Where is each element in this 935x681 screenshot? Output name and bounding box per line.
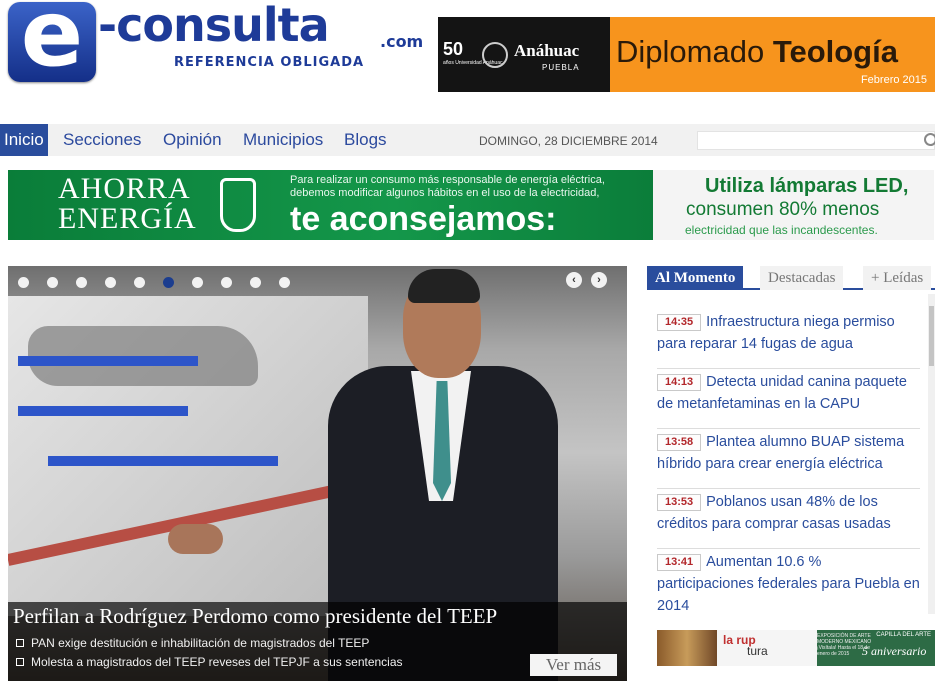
banner-right-line3: electricidad que las incandescentes. [685, 223, 878, 237]
banner-ahorra: AHORRA ENERGÍA [58, 172, 197, 235]
logo-letter: e [20, 2, 84, 82]
nav-blogs[interactable]: Blogs [334, 124, 397, 156]
ad-side-image [657, 630, 717, 666]
logo-tagline: REFERENCIA OBLIGADA [174, 55, 365, 70]
slider-dot[interactable] [18, 277, 29, 288]
news-item[interactable]: 14:13 Detecta unidad canina paquete de me… [657, 371, 920, 429]
slider-dot[interactable] [221, 277, 232, 288]
slider-dot-active[interactable] [163, 277, 174, 288]
chevron-left-icon[interactable]: ‹ [566, 272, 582, 288]
bullet-square-icon [16, 639, 24, 647]
news-time: 13:41 [657, 554, 702, 571]
page: e -consulta .com REFERENCIA OBLIGADA 50 a… [0, 0, 935, 681]
nav-inicio[interactable]: Inicio [0, 124, 48, 156]
news-item[interactable]: 13:58 Plantea alumno BUAP sistema híbrido… [657, 431, 920, 489]
slider-dot[interactable] [105, 277, 116, 288]
search-input[interactable] [697, 131, 935, 150]
ad-side-capilla: CAPILLA DEL ARTE [876, 632, 931, 638]
logo-domain: .com [380, 32, 424, 51]
news-item[interactable]: 14:35 Infraestructura niega permiso para … [657, 311, 920, 369]
related-link[interactable]: Molesta a magistrados del TEEP reveses d… [16, 655, 403, 669]
slide-title[interactable]: Perfilan a Rodríguez Perdomo como presid… [13, 604, 497, 629]
ad-side-aniversario: 5 aniversario [862, 644, 927, 658]
banner-right-line2: consumen 80% menos [686, 199, 880, 220]
plug-icon [220, 178, 256, 232]
tab-leidas[interactable]: + Leídas [863, 266, 932, 290]
ad-date: Febrero 2015 [860, 74, 927, 86]
energy-ad-banner[interactable]: AHORRA ENERGÍA Para realizar un consumo m… [8, 170, 934, 240]
news-item[interactable]: 13:53 Poblanos usan 48% de los créditos p… [657, 491, 920, 549]
banner-small-text: Para realizar un consumo más responsable… [290, 174, 605, 199]
banner-big-text: te aconsejamos: [290, 200, 557, 238]
scrollbar-thumb[interactable] [929, 306, 934, 366]
news-item[interactable]: 13:41 Aumentan 10.6 % participaciones fed… [657, 551, 920, 617]
current-date: DOMINGO, 28 DICIEMBRE 2014 [479, 134, 658, 148]
slide-caption: Perfilan a Rodríguez Perdomo como presid… [8, 602, 627, 681]
slider-dot[interactable] [47, 277, 58, 288]
slider-dot[interactable] [76, 277, 87, 288]
nav-secciones[interactable]: Secciones [53, 124, 151, 156]
nav-opinion[interactable]: Opinión [153, 124, 232, 156]
slider-dot[interactable] [192, 277, 203, 288]
nav-municipios[interactable]: Municipios [233, 124, 333, 156]
news-time: 13:53 [657, 494, 702, 511]
news-scrollbar[interactable] [928, 294, 935, 614]
slider-dot[interactable] [279, 277, 290, 288]
site-logo[interactable]: e -consulta .com REFERENCIA OBLIGADA [8, 0, 428, 86]
bullet-square-icon [16, 658, 24, 666]
ad-headline: Diplomado Teología [616, 34, 898, 69]
news-time: 13:58 [657, 434, 702, 451]
banner-right-line1: Utiliza lámparas LED, [705, 175, 909, 197]
university-seal-icon [482, 42, 508, 68]
slide-photo-hand [168, 524, 223, 554]
side-ad-banner[interactable]: la rup tura EXPOSICIÓN DE ARTE MODERNO M… [657, 630, 935, 666]
top-ad-banner[interactable]: 50 años Universidad Anáhuac Anáhuac PUEBL… [438, 17, 935, 92]
chevron-right-icon[interactable]: › [591, 272, 607, 288]
ver-mas-button[interactable]: Ver más [530, 654, 617, 676]
slide-photo-stripe [18, 356, 198, 366]
logo-word: -consulta [98, 0, 330, 52]
slider-dot[interactable] [250, 277, 261, 288]
slide-photo-stripe [18, 406, 188, 416]
news-time: 14:35 [657, 314, 702, 331]
tab-al-momento[interactable]: Al Momento [647, 266, 744, 290]
slide-photo-stripe [48, 456, 278, 466]
logo-badge: e [8, 2, 96, 82]
ad-side-tura: tura [747, 644, 768, 658]
slide-photo-hair [408, 269, 480, 303]
news-tabs: Al Momento Destacadas + Leídas [647, 266, 935, 290]
featured-slider[interactable]: ‹ › Perfilan a Rodríguez Perdomo como pr… [8, 266, 627, 681]
search-icon[interactable] [924, 133, 935, 146]
news-time: 14:13 [657, 374, 702, 391]
ad-city: PUEBLA [542, 63, 580, 72]
related-link[interactable]: PAN exige destitución e inhabilitación d… [16, 636, 369, 650]
tab-destacadas[interactable]: Destacadas [760, 266, 844, 290]
ad-brand: Anáhuac [514, 41, 580, 60]
slider-dot[interactable] [134, 277, 145, 288]
